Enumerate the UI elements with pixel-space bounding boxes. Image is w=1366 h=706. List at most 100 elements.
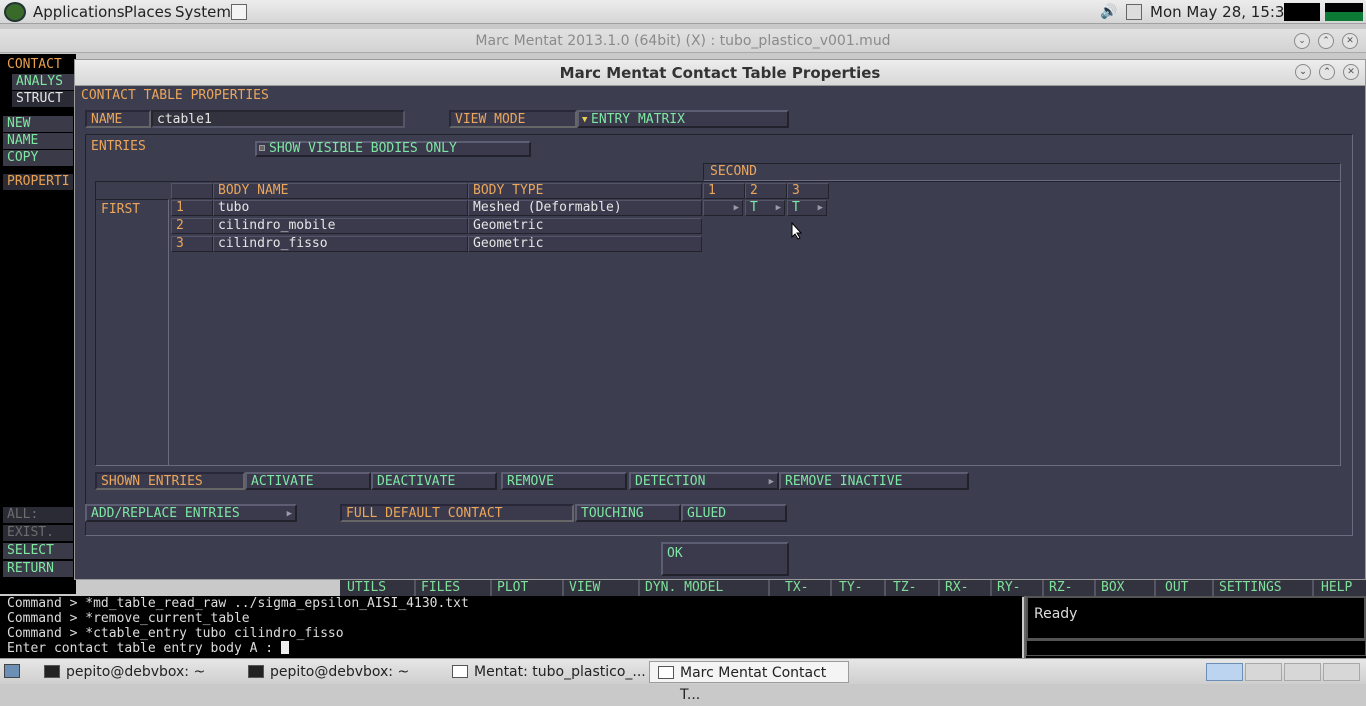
utils-button[interactable]: UTILS	[344, 580, 416, 596]
window-icon	[658, 666, 674, 679]
col-body-name: BODY NAME	[213, 183, 468, 199]
dialog-titlebar: Marc Mentat Contact Table Properties ⌄ ⌃…	[75, 60, 1365, 86]
properties-button[interactable]: PROPERTI	[3, 174, 73, 190]
detection-button[interactable]: DETECTION ▶	[629, 472, 779, 490]
system-menu[interactable]: System	[175, 3, 231, 21]
name-button[interactable]: NAME	[3, 133, 73, 149]
entry-cell-1-3[interactable]: T ▶	[787, 200, 827, 216]
minimize-icon[interactable]: ⌄	[1295, 64, 1311, 80]
name-label: NAME	[85, 110, 151, 128]
exist-button[interactable]: EXIST.	[3, 525, 73, 541]
task-terminal-1[interactable]: pepito@debvbox: ~	[36, 661, 236, 683]
entries-label: ENTRIES	[91, 139, 146, 154]
minimize-icon[interactable]: ⌄	[1294, 33, 1310, 49]
main-window-title: Marc Mentat 2013.1.0 (64bit) (X) : tubo_…	[475, 33, 891, 49]
col-body-type: BODY TYPE	[468, 183, 702, 199]
mentat-left-menu: CONTACT ANALYS STRUCT NEW NAME COPY PROP…	[0, 54, 76, 594]
launcher-icon[interactable]	[231, 4, 247, 20]
debian-logo-icon[interactable]	[4, 2, 26, 22]
task-terminal-2[interactable]: pepito@debvbox: ~	[240, 661, 440, 683]
tz-button[interactable]: TZ-	[890, 580, 940, 596]
touching-button[interactable]: TOUCHING	[575, 504, 681, 522]
tx-button[interactable]: TX-	[782, 580, 832, 596]
help-button[interactable]: HELP	[1318, 580, 1364, 596]
workspace-3[interactable]	[1284, 663, 1321, 681]
cell-arrow-icon: ▶	[817, 203, 823, 213]
top-panel: Applications Places System 🔊 Mon May 28,…	[0, 0, 1366, 24]
window-icon	[452, 665, 468, 678]
entry-cell-1-1[interactable]: ▶	[703, 200, 743, 216]
row-number: 3	[171, 236, 213, 252]
view-mode-dropdown[interactable]: ▼ ENTRY MATRIX	[577, 110, 789, 128]
applications-menu[interactable]: Applications	[33, 3, 125, 21]
files-button[interactable]: FILES	[418, 580, 492, 596]
workspace-1[interactable]	[1206, 663, 1243, 681]
close-icon[interactable]: ✕	[1343, 64, 1359, 80]
copy-button[interactable]: COPY	[3, 150, 73, 166]
ry-button[interactable]: RY-	[994, 580, 1044, 596]
memory-monitor	[1325, 3, 1363, 21]
remove-button[interactable]: REMOVE	[501, 472, 627, 490]
plot-button[interactable]: PLOT	[494, 580, 564, 596]
second-col-2: 2	[745, 183, 787, 199]
command-line: Command > *md_table_read_raw ../sigma_ep…	[7, 596, 469, 611]
all-button[interactable]: ALL:	[3, 507, 73, 523]
show-desktop-icon[interactable]	[4, 664, 20, 678]
network-icon[interactable]	[1126, 4, 1142, 20]
status-text: Ready	[1026, 596, 1366, 640]
ok-button[interactable]: OK	[661, 542, 789, 576]
cpu-monitor	[1284, 3, 1320, 21]
ty-button[interactable]: TY-	[836, 580, 886, 596]
rx-button[interactable]: RX-	[942, 580, 992, 596]
maximize-icon[interactable]: ⌃	[1319, 64, 1335, 80]
body-type-cell[interactable]: Geometric	[468, 218, 702, 234]
new-button[interactable]: NEW	[3, 116, 73, 132]
row-number-header	[171, 183, 213, 199]
dialog-header: CONTACT TABLE PROPERTIES	[81, 88, 269, 103]
cell-arrow-icon: ▶	[775, 203, 781, 213]
body-name-cell[interactable]: cilindro_fisso	[213, 236, 468, 252]
body-name-cell[interactable]: cilindro_mobile	[213, 218, 468, 234]
body-type-cell[interactable]: Meshed (Deformable)	[468, 200, 702, 216]
command-prompt[interactable]: Enter contact table entry body A :	[7, 641, 1015, 656]
deactivate-button[interactable]: DEACTIVATE	[371, 472, 497, 490]
clock[interactable]: Mon May 28, 15:32	[1150, 3, 1294, 21]
out-button[interactable]: OUT	[1162, 580, 1214, 596]
select-button[interactable]: SELECT	[3, 543, 73, 559]
command-log[interactable]: Command > *md_table_read_raw ../sigma_ep…	[0, 596, 1022, 658]
terminal-icon	[248, 665, 264, 678]
contact-table-dialog: Marc Mentat Contact Table Properties ⌄ ⌃…	[74, 59, 1366, 580]
submenu-arrow-icon: ▶	[286, 509, 292, 519]
activate-button[interactable]: ACTIVATE	[245, 472, 371, 490]
dropdown-marker-icon: ▼	[582, 115, 588, 125]
settings-button[interactable]: SETTINGS	[1216, 580, 1314, 596]
places-menu[interactable]: Places	[124, 3, 172, 21]
rz-button[interactable]: RZ-	[1046, 580, 1096, 596]
view-button[interactable]: VIEW	[566, 580, 640, 596]
analysis-button[interactable]: ANALYS	[12, 74, 74, 90]
dyn-model-button[interactable]: DYN. MODEL	[642, 580, 770, 596]
task-contact-table[interactable]: Marc Mentat Contact T...	[649, 661, 849, 703]
body-name-cell[interactable]: tubo	[213, 200, 468, 216]
show-visible-bodies-toggle[interactable]: SHOW VISIBLE BODIES ONLY	[255, 141, 531, 157]
add-replace-entries-button[interactable]: ADD/REPLACE ENTRIES ▶	[85, 504, 297, 522]
maximize-icon[interactable]: ⌃	[1318, 33, 1334, 49]
close-icon[interactable]: ✕	[1342, 33, 1358, 49]
mouse-pointer-icon	[791, 222, 803, 240]
remove-inactive-button[interactable]: REMOVE INACTIVE	[779, 472, 969, 490]
name-field[interactable]: ctable1	[151, 110, 405, 128]
structural-button[interactable]: STRUCT	[12, 91, 74, 107]
second-header: SECOND	[703, 163, 1341, 181]
box-button[interactable]: BOX	[1098, 580, 1156, 596]
entry-cell-1-2[interactable]: T ▶	[745, 200, 785, 216]
task-mentat[interactable]: Mentat: tubo_plastico_...	[444, 661, 646, 683]
shown-entries-label: SHOWN ENTRIES	[95, 472, 245, 490]
return-button[interactable]: RETURN	[3, 561, 73, 577]
workspace-4[interactable]	[1323, 663, 1360, 681]
cell-arrow-icon: ▶	[733, 203, 739, 213]
glued-button[interactable]: GLUED	[681, 504, 787, 522]
workspace-2[interactable]	[1245, 663, 1282, 681]
body-type-cell[interactable]: Geometric	[468, 236, 702, 252]
second-col-3: 3	[787, 183, 829, 199]
volume-icon[interactable]: 🔊	[1100, 4, 1117, 20]
